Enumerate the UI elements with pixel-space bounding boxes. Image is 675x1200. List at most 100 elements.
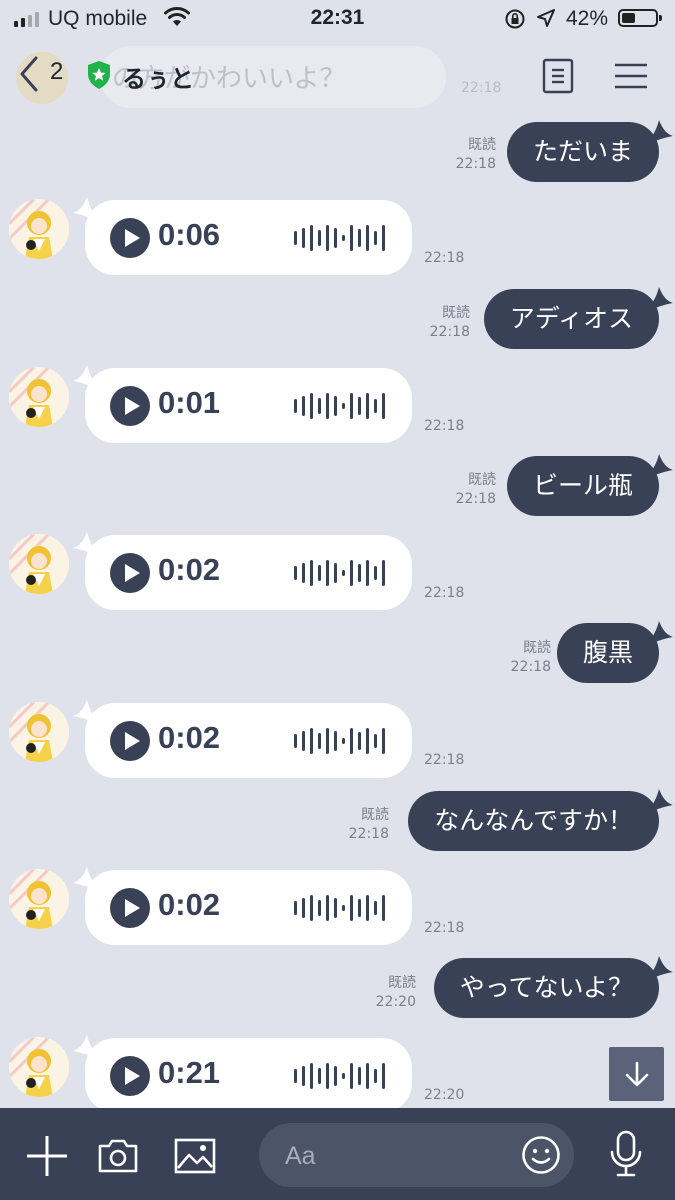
message-meta: 既読 22:18 — [456, 471, 496, 509]
message-text: ただいま — [532, 137, 633, 166]
avatar-image — [9, 1037, 69, 1097]
message-time: 22:18 — [424, 418, 465, 434]
waveform — [294, 1061, 385, 1091]
message-text: ビール瓶 — [532, 471, 633, 500]
outgoing-message[interactable]: なんなんですか！ — [408, 789, 673, 851]
avatar[interactable] — [9, 702, 69, 762]
avatar-image — [9, 702, 69, 762]
bubble-tail — [643, 789, 673, 815]
play-button[interactable] — [110, 721, 150, 761]
play-button[interactable] — [110, 218, 150, 258]
message-time: 22:18 — [429, 324, 470, 340]
bubble-tail — [73, 532, 103, 558]
back-button[interactable]: 2 — [14, 52, 74, 98]
avatar-image — [9, 534, 69, 594]
play-button[interactable] — [110, 386, 150, 426]
message-text: なんなんですか！ — [434, 806, 633, 835]
waveform — [294, 223, 385, 253]
read-receipt: 既読 — [442, 305, 470, 321]
chat-title[interactable]: るぅと — [122, 59, 194, 94]
avatar-image — [9, 199, 69, 259]
voice-message[interactable]: 0:21 — [73, 1035, 412, 1113]
avatar-image — [9, 367, 69, 427]
message-time: 22:18 — [424, 250, 465, 266]
waveform — [294, 558, 385, 588]
waveform — [294, 893, 385, 923]
avatar[interactable] — [9, 534, 69, 594]
message-time: 22:18 — [455, 491, 496, 507]
avatar[interactable] — [9, 367, 69, 427]
message-time: 22:18 — [424, 752, 465, 768]
emoji-icon[interactable] — [521, 1135, 561, 1175]
bubble-tail — [643, 454, 673, 480]
plus-icon[interactable] — [26, 1135, 68, 1177]
outgoing-message[interactable]: ビール瓶 — [506, 454, 673, 516]
bubble-tail — [643, 956, 673, 982]
play-button[interactable] — [110, 1056, 150, 1096]
message-time: 22:18 — [455, 156, 496, 172]
read-receipt: 既読 — [361, 807, 389, 823]
avatar[interactable] — [9, 1037, 69, 1097]
outgoing-message[interactable]: ただいま — [506, 120, 673, 182]
outgoing-message[interactable]: アディオス — [483, 287, 673, 349]
voice-message[interactable]: 0:02 — [73, 867, 412, 945]
avatar-image — [9, 869, 69, 929]
bubble-tail — [73, 197, 103, 223]
outgoing-message[interactable]: やってないよ？ — [433, 956, 673, 1018]
message-meta: 既読 22:20 — [376, 974, 416, 1012]
voice-message[interactable]: 0:01 — [73, 365, 412, 443]
image-icon[interactable] — [174, 1138, 216, 1174]
bubble-tail — [643, 120, 673, 146]
rotation-lock-icon — [505, 9, 525, 29]
notes-icon[interactable] — [542, 58, 574, 94]
play-button[interactable] — [110, 553, 150, 593]
message-time: 22:18 — [424, 585, 465, 601]
unread-count: 2 — [50, 58, 64, 85]
location-arrow-icon — [537, 9, 555, 27]
message-time: 22:18 — [348, 826, 389, 842]
read-receipt: 既読 — [388, 975, 416, 991]
shield-star-icon — [88, 61, 110, 89]
scroll-to-bottom-button[interactable] — [609, 1047, 664, 1101]
bubble-tail — [73, 867, 103, 893]
battery-percent: 42% — [566, 7, 609, 30]
bubble-tail — [643, 287, 673, 313]
menu-icon[interactable] — [614, 62, 648, 90]
message-input[interactable] — [283, 1135, 507, 1177]
bubble-tail — [73, 700, 103, 726]
bubble-tail — [73, 1035, 103, 1061]
read-receipt: 既読 — [468, 137, 496, 153]
message-composer — [0, 1108, 675, 1200]
message-text: やってないよ？ — [459, 973, 633, 1002]
waveform — [294, 391, 385, 421]
message-text: 腹黒 — [582, 638, 633, 667]
voice-duration: 0:01 — [158, 385, 221, 420]
voice-duration: 0:06 — [158, 217, 221, 252]
arrow-down-icon — [625, 1061, 649, 1087]
voice-message[interactable]: 0:02 — [73, 532, 412, 610]
voice-duration: 0:21 — [158, 1055, 221, 1090]
play-button[interactable] — [110, 888, 150, 928]
message-input-field[interactable] — [259, 1123, 574, 1187]
voice-duration: 0:02 — [158, 552, 221, 587]
avatar[interactable] — [9, 869, 69, 929]
voice-duration: 0:02 — [158, 887, 221, 922]
bubble-tail — [73, 365, 103, 391]
message-time: 22:20 — [375, 994, 416, 1010]
message-meta: 既読 22:18 — [511, 639, 551, 677]
status-bar: UQ mobile 22:31 42% — [0, 0, 675, 38]
message-text: アディオス — [509, 304, 633, 333]
voice-message[interactable]: 0:02 — [73, 700, 412, 778]
read-receipt: 既読 — [468, 472, 496, 488]
read-receipt: 既読 — [523, 640, 551, 656]
ghost-message-time: 22:18 — [461, 80, 502, 96]
bubble-tail — [643, 621, 673, 647]
microphone-icon[interactable] — [608, 1130, 644, 1180]
avatar[interactable] — [9, 199, 69, 259]
message-time: 22:18 — [510, 659, 551, 675]
voice-message[interactable]: 0:06 — [73, 197, 412, 275]
voice-duration: 0:02 — [158, 720, 221, 755]
outgoing-message[interactable]: 腹黒 — [556, 621, 673, 683]
camera-icon[interactable] — [97, 1138, 139, 1174]
message-time: 22:18 — [424, 920, 465, 936]
